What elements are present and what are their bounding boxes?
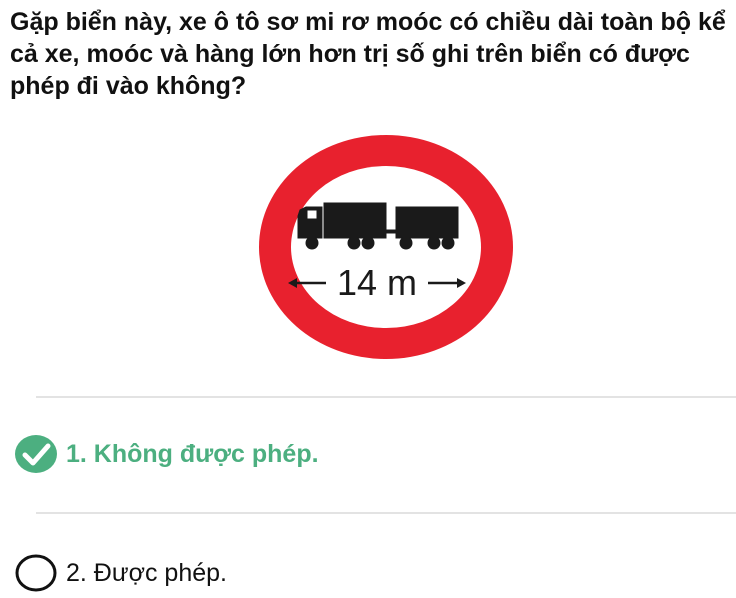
traffic-sign-image: 14 m — [258, 134, 514, 360]
answer-option-1[interactable]: 1. Không được phép. — [12, 433, 319, 475]
answer-label: 2. Được phép. — [66, 559, 227, 587]
answer-option-2[interactable]: 2. Được phép. — [12, 552, 227, 594]
vehicle-length-limit-sign-icon: 14 m — [259, 135, 513, 359]
check-circle-icon — [12, 433, 60, 475]
empty-circle-icon — [12, 552, 60, 594]
question-text: Gặp biển này, xe ô tô sơ mi rơ moóc có c… — [10, 8, 726, 100]
answer-label: 1. Không được phép. — [66, 440, 319, 468]
sign-length-text: 14 m — [337, 262, 417, 303]
divider — [36, 512, 736, 514]
divider — [36, 396, 736, 398]
